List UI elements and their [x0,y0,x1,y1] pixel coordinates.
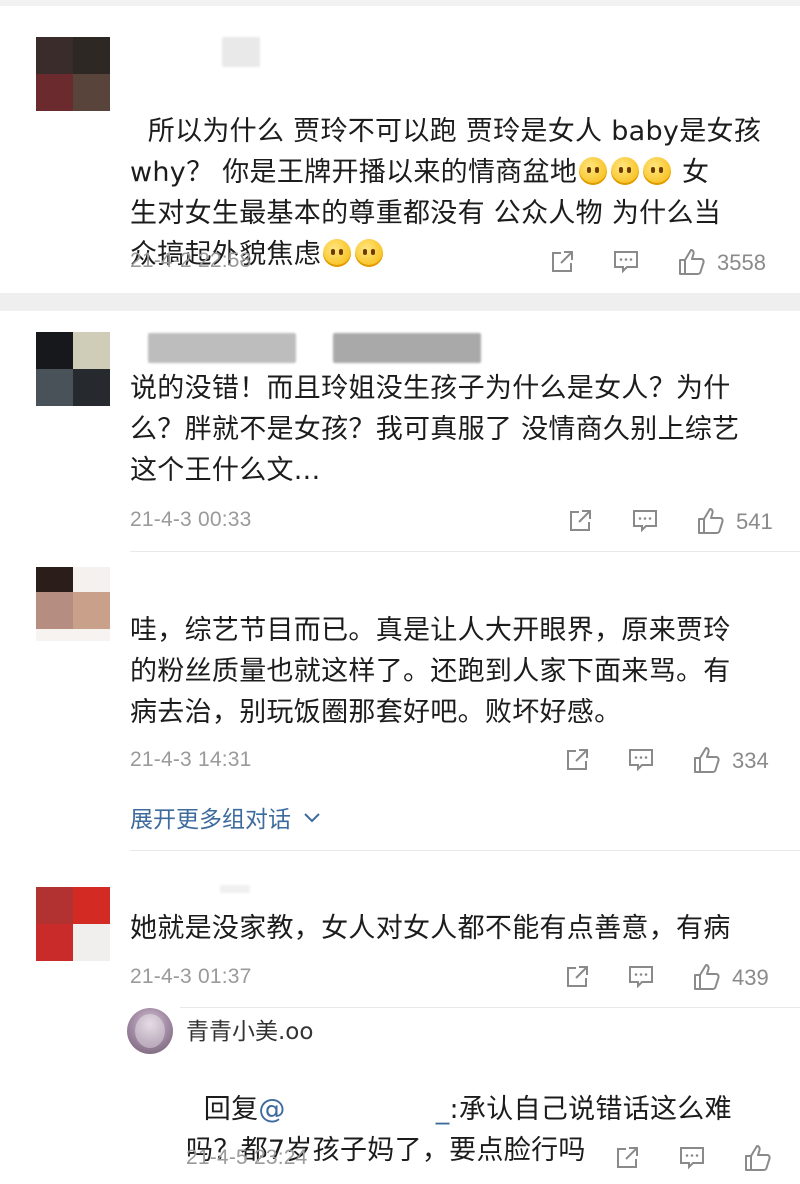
thumbs-up-icon[interactable] [696,506,726,536]
like-count: 439 [732,965,769,990]
username-blurred[interactable] [333,333,481,363]
like-count: 541 [736,509,773,534]
comment-time: 21-4-3 00:33 [130,508,252,531]
thumbs-up-icon[interactable] [692,745,722,775]
comment-text: 哇，综艺节目而已。真是让人大开眼界，原来贾玲 的粉丝质量也就这样了。还跑到人家下… [130,615,731,728]
comment-text: 所以为什么 贾玲不可以跑 贾玲是女人 baby是女孩 why？ 你是王牌开播以来… [130,70,770,275]
like-count: 334 [732,748,769,773]
confused-emoji-icon [323,239,352,267]
comment-icon[interactable] [613,249,639,275]
comment-icon[interactable] [628,747,654,773]
like-count: 3558 [717,250,766,275]
reply-time: 21-4-5 23:24 [186,1146,308,1169]
username-blurred[interactable] [148,333,296,363]
reply-username[interactable]: 青青小美.oo [186,1012,313,1046]
expand-more-label: 展开更多组对话 [130,807,291,833]
comment-text: 说的没错！而且玲姐没生孩子为什么是女人？为什 么？胖就不是女孩？我可真服了 没情… [130,373,740,486]
username-blurred[interactable] [220,885,250,893]
reply-prefix: 回复 [203,1094,259,1125]
reply-mention[interactable]: @ _ [258,1094,449,1125]
share-icon[interactable] [564,964,590,990]
reply-avatar[interactable] [127,1008,173,1054]
share-icon[interactable] [614,1145,640,1171]
avatar[interactable] [36,887,110,961]
comment-icon[interactable] [632,508,658,534]
comment-text: 她就是没家教，女人对女人都不能有点善意，有病 [130,913,731,944]
thinking-emoji-icon [643,157,672,185]
share-icon[interactable] [564,747,590,773]
expand-more-button[interactable]: 展开更多组对话 [130,800,322,834]
comment-divider [180,1007,800,1008]
comment-divider [130,850,800,851]
comment-icon[interactable] [628,964,654,990]
confused-emoji-icon [355,239,384,267]
avatar[interactable] [36,332,110,406]
thumbs-up-icon[interactable] [692,962,722,992]
thinking-emoji-icon [611,157,640,185]
chevron-down-icon [304,813,321,823]
share-icon[interactable] [549,249,575,275]
share-icon[interactable] [567,508,593,534]
section-divider [0,293,800,311]
thinking-emoji-icon [579,157,608,185]
thumbs-up-icon[interactable] [677,247,707,277]
comment-divider [130,551,800,552]
avatar[interactable] [36,567,110,641]
username-blurred[interactable] [222,37,260,67]
mention-blurred [286,1108,436,1118]
comment-time: 21-4-3 14:31 [130,748,252,771]
thumbs-up-icon[interactable] [743,1143,773,1173]
reply-text-line1: :承认自己说错话这么难 [449,1094,732,1125]
comment-time: 21-4-3 01:37 [130,965,252,988]
comment-time: 21-4-2 22:58 [130,249,252,272]
top-divider [0,0,800,6]
avatar[interactable] [36,37,110,111]
comment-icon[interactable] [679,1145,705,1171]
